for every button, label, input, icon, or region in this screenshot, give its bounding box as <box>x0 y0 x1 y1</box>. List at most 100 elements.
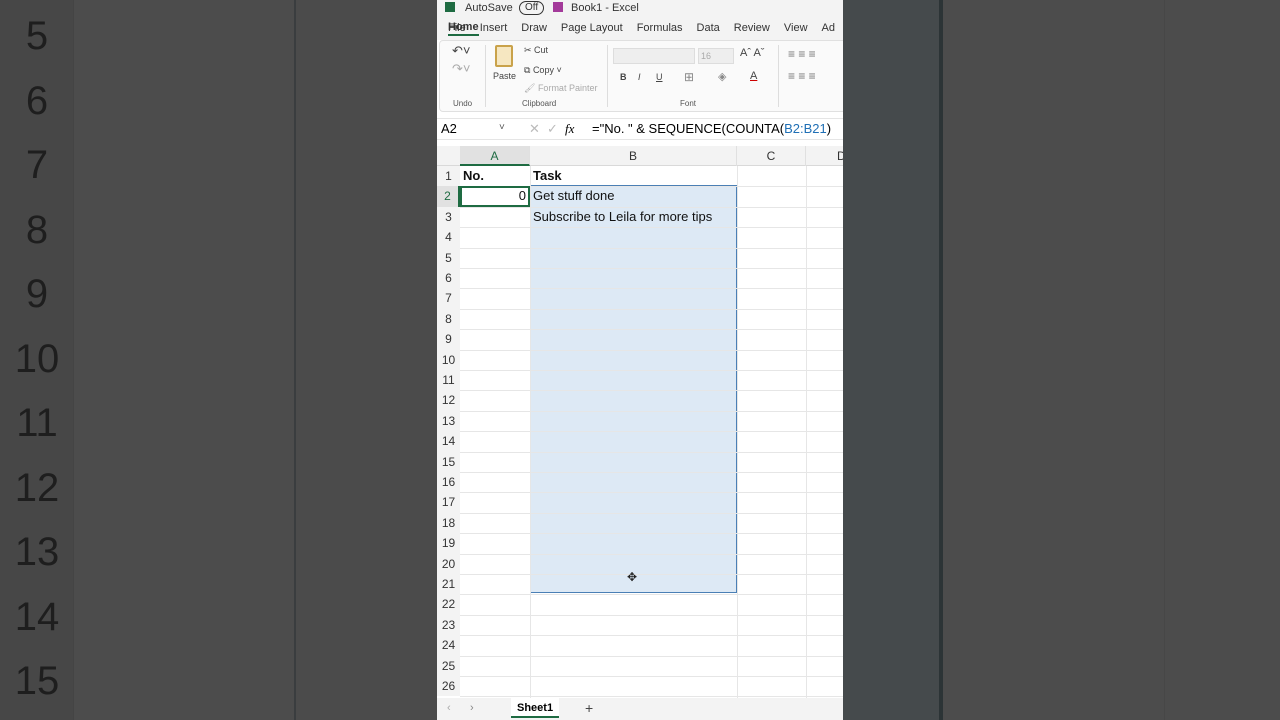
selection-range-b2-b21[interactable] <box>530 185 737 593</box>
row-header-24[interactable]: 24 <box>437 635 460 656</box>
column-headers: A B C D <box>437 146 843 166</box>
next-sheet-icon[interactable]: › <box>470 702 474 714</box>
column-header-d[interactable]: D <box>806 146 843 166</box>
tab-draw[interactable]: Draw <box>521 22 547 34</box>
save-icon[interactable] <box>553 2 563 12</box>
font-name-dropdown[interactable] <box>613 48 695 64</box>
format-painter-button[interactable]: 🖌 Format Painter <box>524 83 597 94</box>
tab-data[interactable]: Data <box>697 22 720 34</box>
cursor-icon: ✥ <box>627 570 638 584</box>
row-gridline <box>460 268 843 269</box>
ribbon: ↶˅ ↷˅ Undo Paste ✂ Cut ⧉ Copy ˅ 🖌 Format… <box>439 40 843 112</box>
row-header-8[interactable]: 8 <box>437 308 460 330</box>
row-header-18[interactable]: 18 <box>437 512 460 534</box>
background-row-number: 10 <box>14 336 60 381</box>
row-gridline <box>460 614 843 616</box>
background-row-number: 6 <box>25 78 49 123</box>
row-header-14[interactable]: 14 <box>437 431 460 452</box>
row-header-22[interactable]: 22 <box>437 594 460 615</box>
row-header-15[interactable]: 15 <box>437 451 460 472</box>
row-header-1[interactable]: 1 <box>437 166 460 187</box>
insert-function-icon[interactable]: fx <box>565 121 574 137</box>
underline-button[interactable]: U <box>656 72 663 82</box>
row-gridline <box>460 655 843 657</box>
font-color-icon[interactable]: A <box>750 70 757 82</box>
row-gridline <box>460 594 843 596</box>
row-header-16[interactable]: 16 <box>437 472 460 493</box>
row-header-12[interactable]: 12 <box>437 390 460 411</box>
column-header-c[interactable]: C <box>737 146 806 166</box>
autosave-toggle[interactable]: Off <box>519 1 545 15</box>
tab-ad[interactable]: Ad <box>822 22 835 34</box>
formula-input[interactable]: ="No. " & SEQUENCE(COUNTA(B2:B21) <box>592 121 831 136</box>
autosave-label: AutoSave <box>465 2 513 14</box>
cell-a1[interactable]: No. <box>463 166 484 186</box>
font-grow-shrink-icons[interactable]: Aˆ Aˇ <box>740 47 764 59</box>
row-gridline <box>460 227 843 229</box>
row-gridline <box>460 247 843 249</box>
row-gridline <box>460 451 843 453</box>
background-row-number: 9 <box>25 272 49 316</box>
name-box-dropdown-icon[interactable]: ˅ <box>499 122 505 133</box>
cell-b1[interactable]: Task <box>533 166 562 186</box>
row-header-19[interactable]: 19 <box>437 533 460 554</box>
italic-button[interactable]: I <box>638 72 641 82</box>
align-horizontal-icons[interactable]: ≡ ≡ ≡ <box>788 69 816 83</box>
cell-b2[interactable]: Get stuff done <box>533 186 614 206</box>
tab-insert[interactable]: Insert <box>480 22 508 34</box>
tab-view[interactable]: View <box>784 22 808 34</box>
row-gridline <box>460 329 843 331</box>
paste-button[interactable]: Paste <box>493 71 516 81</box>
column-header-b[interactable]: B <box>530 146 737 166</box>
row-header-9[interactable]: 9 <box>437 329 460 350</box>
row-gridline <box>460 676 843 677</box>
row-header-23[interactable]: 23 <box>437 614 460 636</box>
row-header-3[interactable]: 3 <box>437 206 460 228</box>
bold-button[interactable]: B <box>620 72 627 82</box>
row-header-13[interactable]: 13 <box>437 410 460 432</box>
row-header-7[interactable]: 7 <box>437 288 460 309</box>
row-header-6[interactable]: 6 <box>437 268 460 289</box>
ribbon-tabs: File Home Insert Draw Page Layout Formulas Dat… <box>437 16 843 40</box>
row-header-5[interactable]: 5 <box>437 247 460 268</box>
paste-icon[interactable] <box>495 45 513 67</box>
cell-a2[interactable]: 0 <box>460 186 530 207</box>
copy-icon: ⧉ <box>524 65 533 75</box>
cut-button[interactable]: ✂ Cut <box>524 45 548 56</box>
row-gridline <box>460 553 843 555</box>
row-header-21[interactable]: 21 <box>437 574 460 595</box>
tab-review[interactable]: Review <box>734 22 770 34</box>
background-row-number: 12 <box>14 465 60 510</box>
cancel-icon[interactable]: ✕ <box>529 121 540 137</box>
enter-icon[interactable]: ✓ <box>547 121 558 137</box>
add-sheet-button[interactable]: + <box>585 700 593 716</box>
row-header-2[interactable]: 2 <box>437 186 460 207</box>
row-header-10[interactable]: 10 <box>437 349 460 370</box>
column-header-a[interactable]: A <box>460 146 530 166</box>
row-header-17[interactable]: 17 <box>437 492 460 513</box>
row-header-11[interactable]: 11 <box>437 370 460 391</box>
row-header-25[interactable]: 25 <box>437 655 460 676</box>
align-top-icons[interactable]: ≡ ≡ ≡ <box>788 47 816 61</box>
copy-button[interactable]: ⧉ Copy ˅ <box>524 65 562 76</box>
tab-page-layout[interactable]: Page Layout <box>561 22 623 34</box>
tab-home[interactable]: Home <box>448 21 479 36</box>
tab-formulas[interactable]: Formulas <box>637 22 683 34</box>
sheet-tab-sheet1[interactable]: Sheet1 <box>511 698 560 718</box>
row-header-4[interactable]: 4 <box>437 227 460 248</box>
font-size-dropdown[interactable]: 16 <box>698 48 734 64</box>
cell-grid[interactable]: 1 2 3 4 5 6 7 8 9 10 11 12 13 14 15 16 17 18 19 20 21 22 23 24 2… <box>437 166 843 698</box>
row-header-20[interactable]: 20 <box>437 553 460 574</box>
cell-b3[interactable]: Subscribe to Leila for more tips <box>533 207 712 227</box>
redo-icon[interactable]: ↷˅ <box>452 61 470 77</box>
background-row-number: 8 <box>25 207 49 252</box>
row-header-26[interactable]: 26 <box>437 676 460 697</box>
borders-icon[interactable]: ⊞ <box>684 70 694 84</box>
prev-sheet-icon[interactable]: ‹ <box>447 702 451 714</box>
undo-group-label: Undo <box>453 99 473 108</box>
row-gridline <box>460 635 843 637</box>
background-row-number: 7 <box>25 143 49 187</box>
name-box[interactable]: A2 <box>441 121 457 136</box>
undo-icon[interactable]: ↶˅ <box>452 43 470 59</box>
fill-color-icon[interactable]: ◈ <box>718 70 726 83</box>
